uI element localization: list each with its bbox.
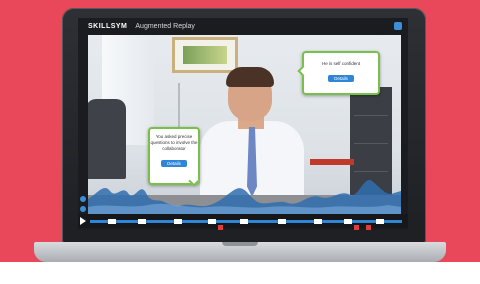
laptop-notch [222, 242, 258, 246]
title-bar: SKILLSYM Augmented Replay [78, 18, 408, 34]
video-player[interactable]: He is self confident Details You asked p… [88, 35, 401, 225]
side-control-dot[interactable] [80, 206, 86, 212]
play-icon[interactable] [80, 217, 86, 225]
timeline-segment[interactable] [376, 219, 384, 224]
feedback-message: You asked precise questions to involve t… [150, 134, 198, 151]
feedback-message: He is self confident [321, 61, 361, 66]
person-hair [226, 67, 274, 87]
timeline-segment[interactable] [208, 219, 216, 224]
white-surface [0, 262, 480, 284]
laptop-base [34, 242, 446, 262]
feedback-bubble-confidence: He is self confident Details [297, 51, 380, 95]
timeline-marker[interactable] [218, 225, 223, 230]
timeline-segment[interactable] [108, 219, 116, 224]
timeline-segment[interactable] [344, 219, 352, 224]
app-window: SKILLSYM Augmented Replay He is self con… [78, 18, 408, 230]
brand-logo: SKILLSYM [88, 22, 128, 30]
emotion-waveform [88, 180, 401, 215]
timeline-segment[interactable] [138, 219, 146, 224]
side-control-dot[interactable] [80, 196, 86, 202]
timeline-marker[interactable] [354, 225, 359, 230]
timeline-segment[interactable] [278, 219, 286, 224]
feedback-bubble-questions: You asked precise questions to involve t… [148, 127, 200, 187]
timeline-marker[interactable] [366, 225, 371, 230]
timeline-segment[interactable] [314, 219, 322, 224]
menu-icon[interactable] [394, 22, 402, 30]
details-button[interactable]: Details [328, 75, 354, 82]
timeline-segment[interactable] [240, 219, 248, 224]
app-title: Augmented Replay [135, 22, 195, 30]
timeline-segment[interactable] [174, 219, 182, 224]
wall-picture [172, 37, 238, 73]
bubble-tail [297, 65, 309, 77]
details-button[interactable]: Details [161, 160, 187, 167]
